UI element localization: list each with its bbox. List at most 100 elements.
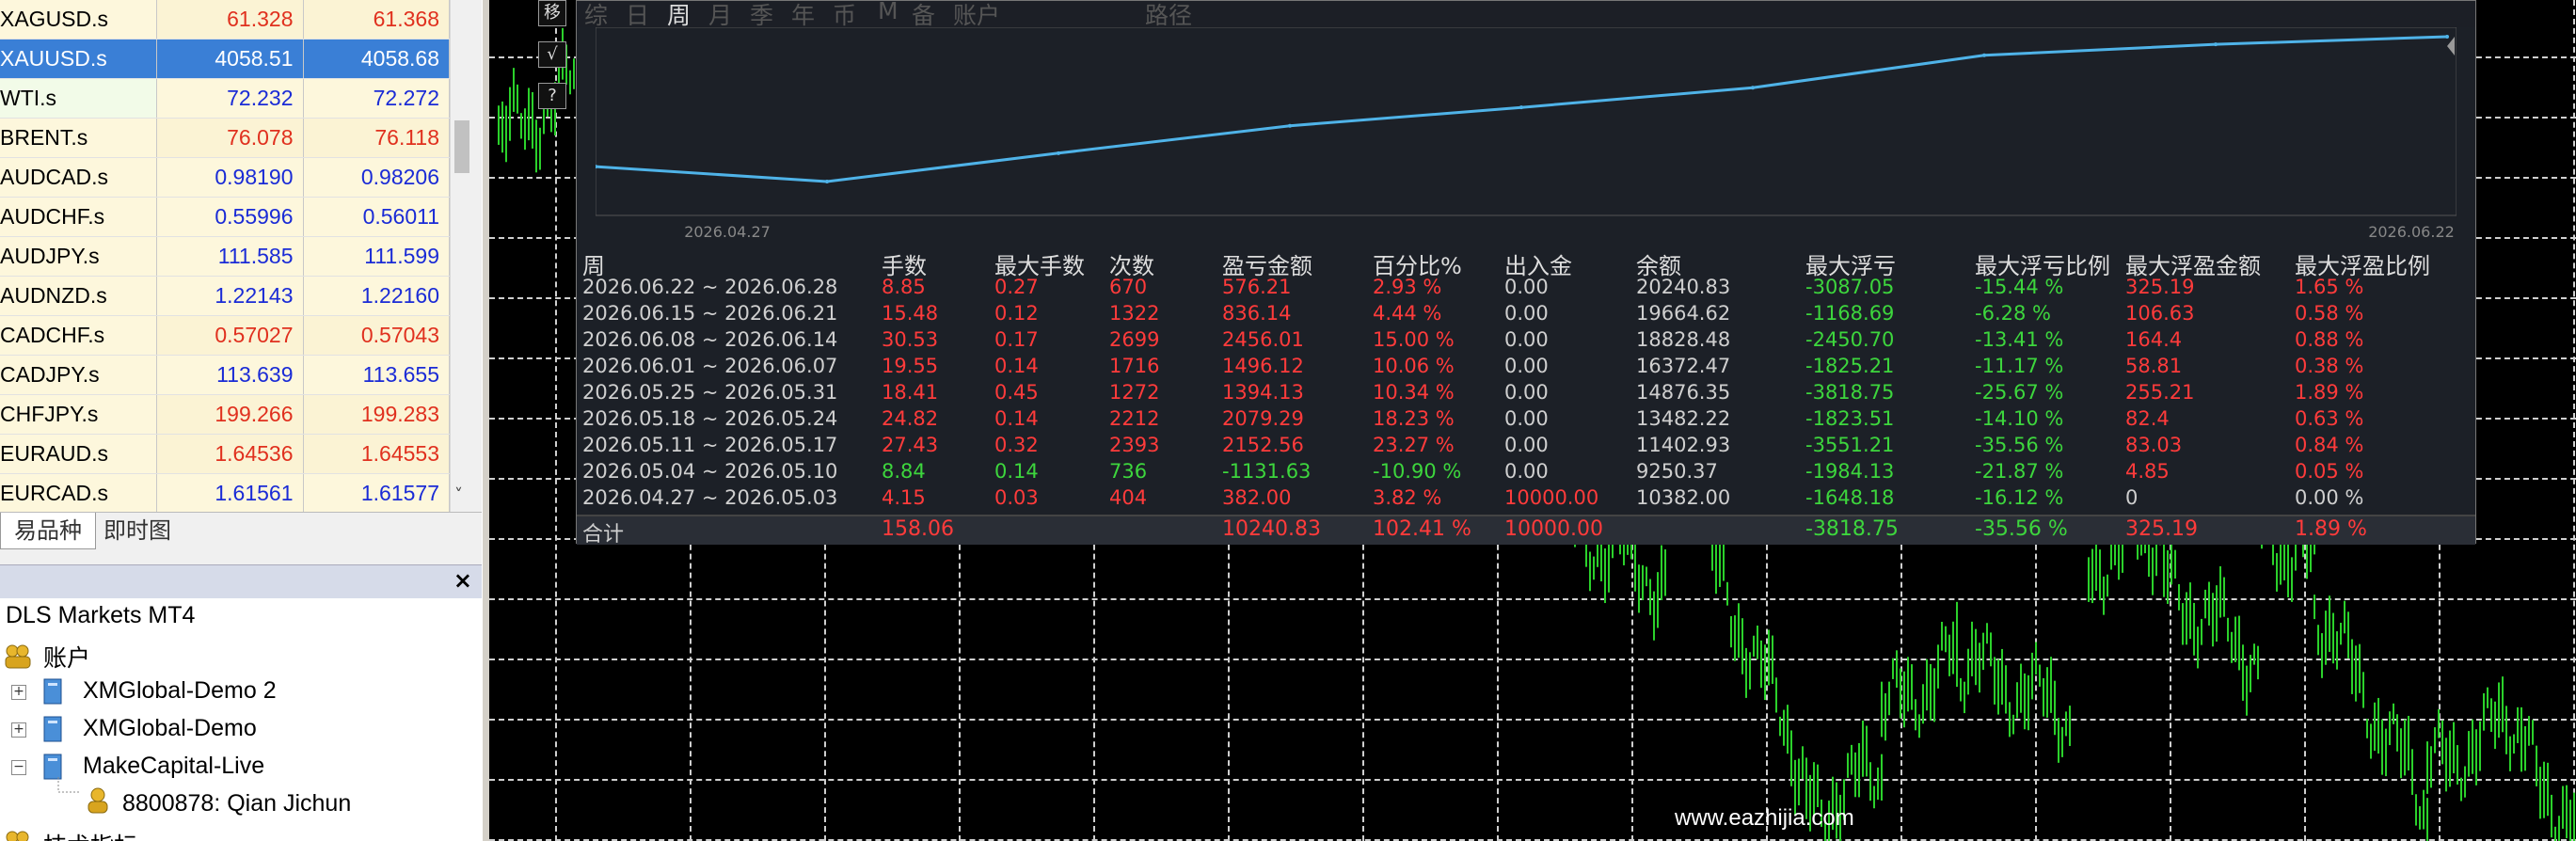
stats-cell: 255.21 [2125,381,2195,404]
stats-cell: 4.44 % [1373,302,1442,325]
navigator-header: × [0,564,482,600]
ask-cell: 0.56011 [303,197,450,237]
bid-cell: 199.266 [156,394,304,435]
market-watch-row[interactable]: XAGUSD.s 61.328 61.368 [0,0,450,40]
stats-cell: -6.28 % [1975,302,2051,325]
expand-icon[interactable]: + [11,685,26,700]
market-watch-row[interactable]: AUDJPY.s 111.585 111.599 [0,236,450,277]
tree-account-xmglobal-demo2[interactable]: XMGlobal-Demo 2 [83,677,277,705]
bid-cell: 4058.51 [156,39,304,79]
market-watch-row[interactable]: CADJPY.s 113.639 113.655 [0,355,450,395]
stats-cell: 82.4 [2125,407,2170,430]
x-axis-start-label: 2026.04.27 [684,223,771,241]
period-tab[interactable]: M [878,0,898,24]
stats-cell: -15.44 % [1975,276,2064,298]
scrollbar-thumb[interactable] [454,120,469,173]
stats-cell: 11402.93 [1636,434,1731,456]
market-watch-row[interactable]: EURAUD.s 1.64536 1.64553 [0,434,450,474]
stats-row[interactable]: 2026.06.08 ~ 2026.06.14 30.53 0.17 2699 2456… [582,328,2470,355]
stats-cell: -2450.70 [1805,328,1895,351]
stats-cell: 0.84 % [2295,434,2364,456]
stats-cell: 576.21 [1222,276,1292,298]
symbol-cell: BRENT.s [0,118,157,158]
stats-cell: 14876.35 [1636,381,1731,404]
stats-row[interactable]: 2026.05.04 ~ 2026.05.10 8.84 0.14 736 -1131.… [582,460,2470,486]
server-icon [43,716,62,742]
stats-cell: 0.14 [994,460,1039,483]
symbol-cell: XAUUSD.s [0,39,157,79]
stats-cell: 10000.00 [1504,486,1599,509]
server-icon [43,678,62,705]
stats-cell: 2026.05.04 ~ 2026.05.10 [582,460,838,483]
balance-point [1057,151,1060,155]
tab-tick-chart[interactable]: 即时图 [90,513,184,548]
tab-symbols[interactable]: 易品种 [0,513,96,549]
stats-cell: 0.45 [994,381,1039,404]
scroll-down-icon[interactable]: ˅ [454,485,463,505]
stats-cell: 325.19 [2125,276,2195,298]
ask-cell: 113.655 [303,355,450,395]
stats-cell: -16.12 % [1975,486,2064,509]
stats-row[interactable]: 2026.06.01 ~ 2026.06.07 19.55 0.14 1716 1496… [582,355,2470,381]
ask-cell: 72.272 [303,78,450,119]
stats-cell: -1823.51 [1805,407,1895,430]
market-watch-row[interactable]: BRENT.s 76.078 76.118 [0,118,450,158]
stats-row[interactable]: 2026.04.27 ~ 2026.05.03 4.15 0.03 404 382.00… [582,486,2470,513]
total-cell: 325.19 [2125,517,2198,541]
stats-cell: 0.58 % [2295,302,2364,325]
tree-accounts[interactable]: 账户 [43,640,90,674]
tree-root-broker[interactable]: DLS Markets MT4 [6,602,195,629]
tree-login-account[interactable]: 8800878: Qian Jichun [122,790,351,817]
stats-row[interactable]: 2026.05.11 ~ 2026.05.17 27.43 0.32 2393 2152… [582,434,2470,460]
stats-cell: 2393 [1109,434,1160,456]
stats-cell: 15.48 [882,302,939,325]
total-cell: 1.89 % [2295,517,2367,541]
ask-cell: 4058.68 [303,39,450,79]
stats-row[interactable]: 2026.05.18 ~ 2026.05.24 24.82 0.14 2212 2079… [582,407,2470,434]
tree-account-makecapital-live[interactable]: MakeCapital-Live [83,753,264,780]
market-watch-row[interactable]: XAUUSD.s 4058.51 4058.68 [0,39,450,79]
stats-cell: -1168.69 [1805,302,1895,325]
market-watch-row[interactable]: AUDCAD.s 0.98190 0.98206 [0,157,450,198]
stats-row[interactable]: 2026.06.22 ~ 2026.06.28 8.85 0.27 670 576.21… [582,276,2470,302]
stats-cell: 382.00 [1222,486,1292,509]
stats-cell: 0.63 % [2295,407,2364,430]
symbol-cell: EURAUD.s [0,434,157,474]
stats-cell: -35.56 % [1975,434,2064,456]
collapse-icon[interactable]: − [11,760,26,775]
stats-cell: -21.87 % [1975,460,2064,483]
stats-cell: 164.4 [2125,328,2183,351]
close-icon[interactable]: × [453,567,472,594]
stats-row[interactable]: 2026.05.25 ~ 2026.05.31 18.41 0.45 1272 1394… [582,381,2470,407]
stats-cell: 1.65 % [2295,276,2364,298]
market-watch-scrollbar[interactable]: ˅ [450,0,473,512]
market-watch-row[interactable]: AUDNZD.s 1.22143 1.22160 [0,276,450,316]
stats-cell: 0.00 [1504,328,1549,351]
symbol-cell: XAGUSD.s [0,0,157,40]
expand-icon[interactable]: + [11,722,26,738]
stats-cell: 18.23 % [1373,407,1455,430]
symbol-cell: AUDNZD.s [0,276,157,316]
balance-point [1288,123,1292,128]
tree-account-xmglobal-demo[interactable]: XMGlobal-Demo [83,715,257,742]
balance-point [1982,53,1986,57]
ask-cell: 1.64553 [303,434,450,474]
stats-cell: 58.81 [2125,355,2183,377]
market-watch-row[interactable]: CADCHF.s 0.57027 0.57043 [0,315,450,356]
symbol-cell: CADCHF.s [0,315,157,356]
total-cell: 102.41 % [1373,517,1471,541]
chart-button-check[interactable]: √ [538,41,566,68]
market-watch-row[interactable]: EURCAD.s 1.61561 1.61577 [0,473,450,514]
market-watch-row[interactable]: WTI.s 72.232 72.272 [0,78,450,119]
stats-cell: 0.12 [994,302,1039,325]
market-watch-row[interactable]: CHFJPY.s 199.266 199.283 [0,394,450,435]
market-watch-row[interactable]: AUDCHF.s 0.55996 0.56011 [0,197,450,237]
stats-cell: -3551.21 [1805,434,1895,456]
stats-cell: 2026.05.11 ~ 2026.05.17 [582,434,838,456]
stats-row[interactable]: 2026.06.15 ~ 2026.06.21 15.48 0.12 1322 836.… [582,302,2470,328]
chart-button-move[interactable]: 移 [538,0,566,26]
stats-cell: -10.90 % [1373,460,1462,483]
stats-cell: 736 [1109,460,1148,483]
chart-button-help[interactable]: ? [538,83,566,109]
tree-indicators[interactable]: 技术指标 [43,828,137,841]
